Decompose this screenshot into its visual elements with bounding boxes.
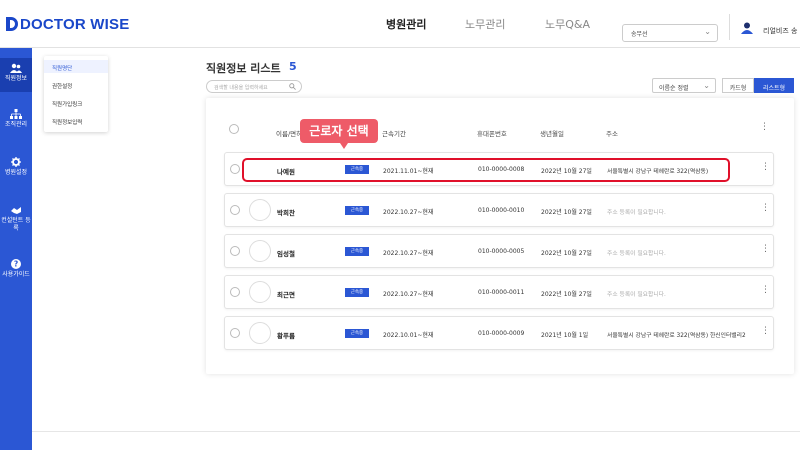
birth-date: 2022년 10월 27일 — [541, 291, 592, 298]
select-all-radio[interactable] — [229, 124, 239, 134]
top-bar: DOCTOR WISE 병원관리 노무관리 노무Q&A 송무선 ⌄ 리얼비즈 송 — [0, 0, 800, 48]
tooltip-arrow — [340, 143, 348, 149]
employment-period: 2022.10.01~현재 — [383, 332, 434, 339]
search-placeholder: 검색할 내용을 입력하세요 — [214, 85, 268, 91]
sort-select[interactable]: 이름순 정렬 ⌄ — [652, 78, 716, 93]
address: 주소 등록이 필요합니다. — [607, 210, 666, 216]
org-chart-icon — [10, 109, 22, 119]
address: 서울특별시 강남구 테헤란로 322(역삼동) 한신인터밸리2 — [607, 333, 746, 339]
gear-icon — [11, 157, 21, 167]
row-more-icon[interactable]: ⋮ — [761, 162, 770, 172]
header-period: 근속기간 — [382, 130, 406, 138]
topnav-labor-qa[interactable]: 노무Q&A — [545, 16, 590, 32]
branch-select-value: 송무선 — [631, 31, 648, 38]
employee-name: 박희찬 — [277, 209, 295, 217]
avatar — [249, 322, 271, 344]
people-icon — [10, 63, 22, 73]
sidebar-item-label: 조직관리 — [4, 121, 28, 128]
submenu-item-info-input[interactable]: 직원정보입력 — [52, 118, 82, 126]
birth-date: 2022년 10월 27일 — [541, 250, 592, 257]
phone-number: 010-0000-0011 — [478, 289, 525, 296]
header-more-icon[interactable]: ⋮ — [760, 122, 769, 132]
employee-name: 황푸름 — [277, 332, 295, 340]
table-row[interactable]: 최근면 근속중 2022.10.27~현재 010-0000-0011 2022… — [224, 275, 774, 309]
table-row[interactable]: 박희찬 근속중 2022.10.27~현재 010-0000-0010 2022… — [224, 193, 774, 227]
row-radio[interactable] — [230, 205, 240, 215]
row-radio[interactable] — [230, 328, 240, 338]
row-radio[interactable] — [230, 164, 240, 174]
sort-select-value: 이름순 정렬 — [659, 85, 689, 92]
avatar — [249, 281, 271, 303]
chevron-down-icon: ⌄ — [703, 81, 710, 90]
address: 주소 등록이 필요합니다. — [607, 292, 666, 298]
sidebar-item-guide[interactable]: ? 사용가이드 — [0, 254, 32, 288]
svg-text:?: ? — [14, 260, 18, 269]
sidebar-item-label: 사용가이드 — [2, 271, 30, 278]
row-more-icon[interactable]: ⋮ — [761, 203, 770, 213]
phone-number: 010-0000-0009 — [478, 330, 525, 337]
divider — [32, 431, 800, 432]
consultant-icon — [11, 207, 21, 214]
employment-period: 2022.10.27~현재 — [383, 291, 434, 298]
search-icon[interactable] — [289, 83, 296, 90]
address: 주소 등록이 필요합니다. — [607, 251, 666, 257]
header-birth: 생년월일 — [540, 130, 564, 138]
sidebar-item-org[interactable]: 조직관리 — [0, 104, 32, 138]
sidebar-item-label: 컨설턴트 등록 — [1, 217, 31, 232]
search-input[interactable]: 검색할 내용을 입력하세요 — [206, 80, 302, 93]
row-radio[interactable] — [230, 246, 240, 256]
submenu: 직원명단 권한설정 직원가입링크 직원정보입력 — [44, 56, 108, 132]
topnav-hospital-management[interactable]: 병원관리 — [386, 16, 426, 32]
employee-name: 임성철 — [277, 250, 295, 258]
employment-period: 2022.10.27~현재 — [383, 209, 434, 216]
row-more-icon[interactable]: ⋮ — [761, 326, 770, 336]
avatar — [249, 199, 271, 221]
status-badge: 근속중 — [345, 288, 369, 297]
sidebar-item-hospital-settings[interactable]: 병원설정 — [0, 152, 32, 186]
view-card-button[interactable]: 카드형 — [722, 78, 754, 93]
status-badge: 근속중 — [345, 247, 369, 256]
submenu-item-employee-list[interactable]: 직원명단 — [52, 64, 72, 72]
phone-number: 010-0000-0010 — [478, 207, 525, 214]
topnav-labor-management[interactable]: 노무관리 — [465, 16, 505, 32]
phone-number: 010-0000-0005 — [478, 248, 525, 255]
birth-date: 2022년 10월 27일 — [541, 209, 592, 216]
row-more-icon[interactable]: ⋮ — [761, 244, 770, 254]
selection-highlight — [242, 158, 730, 182]
user-icon[interactable] — [741, 22, 753, 34]
table-row[interactable]: 임성철 근속중 2022.10.27~현재 010-0000-0005 2022… — [224, 234, 774, 268]
branch-select[interactable]: 송무선 ⌄ — [622, 24, 718, 42]
sidebar-item-employee-info[interactable]: 직원정보 — [0, 58, 32, 92]
page-title: 직원정보 리스트 — [206, 62, 281, 75]
header-address: 주소 — [606, 130, 618, 138]
submenu-item-signup-link[interactable]: 직원가입링크 — [52, 100, 82, 108]
status-badge: 근속중 — [345, 329, 369, 338]
submenu-item-permissions[interactable]: 권한설정 — [52, 82, 72, 90]
sidebar-item-consultant[interactable]: 컨설턴트 등록 — [0, 200, 32, 240]
header-phone: 휴대폰번호 — [477, 130, 507, 138]
birth-date: 2021년 10월 1일 — [541, 332, 589, 339]
row-radio[interactable] — [230, 287, 240, 297]
header-name: 이름/면허 — [276, 130, 303, 138]
employment-period: 2022.10.27~현재 — [383, 250, 434, 257]
row-more-icon[interactable]: ⋮ — [761, 285, 770, 295]
avatar — [249, 240, 271, 262]
sidebar: 직원정보 조직관리 병원설정 컨설턴트 등록 ? 사용가이드 — [0, 48, 32, 450]
employee-name: 최근면 — [277, 291, 295, 299]
sidebar-item-label: 직원정보 — [4, 75, 28, 82]
table-row[interactable]: 황푸름 근속중 2022.10.01~현재 010-0000-0009 2021… — [224, 316, 774, 350]
annotation-tooltip: 근로자 선택 — [300, 119, 378, 143]
logo-mark-icon — [6, 17, 18, 31]
help-icon: ? — [11, 259, 21, 269]
view-list-button[interactable]: 리스트형 — [754, 78, 794, 93]
user-name[interactable]: 리얼비즈 송 — [763, 26, 797, 36]
logo[interactable]: DOCTOR WISE — [6, 13, 129, 35]
employee-count: 5 — [289, 60, 297, 73]
divider — [729, 14, 730, 40]
sidebar-item-label: 병원설정 — [4, 169, 28, 176]
logo-text: DOCTOR WISE — [20, 15, 130, 33]
chevron-down-icon: ⌄ — [704, 27, 711, 36]
status-badge: 근속중 — [345, 206, 369, 215]
